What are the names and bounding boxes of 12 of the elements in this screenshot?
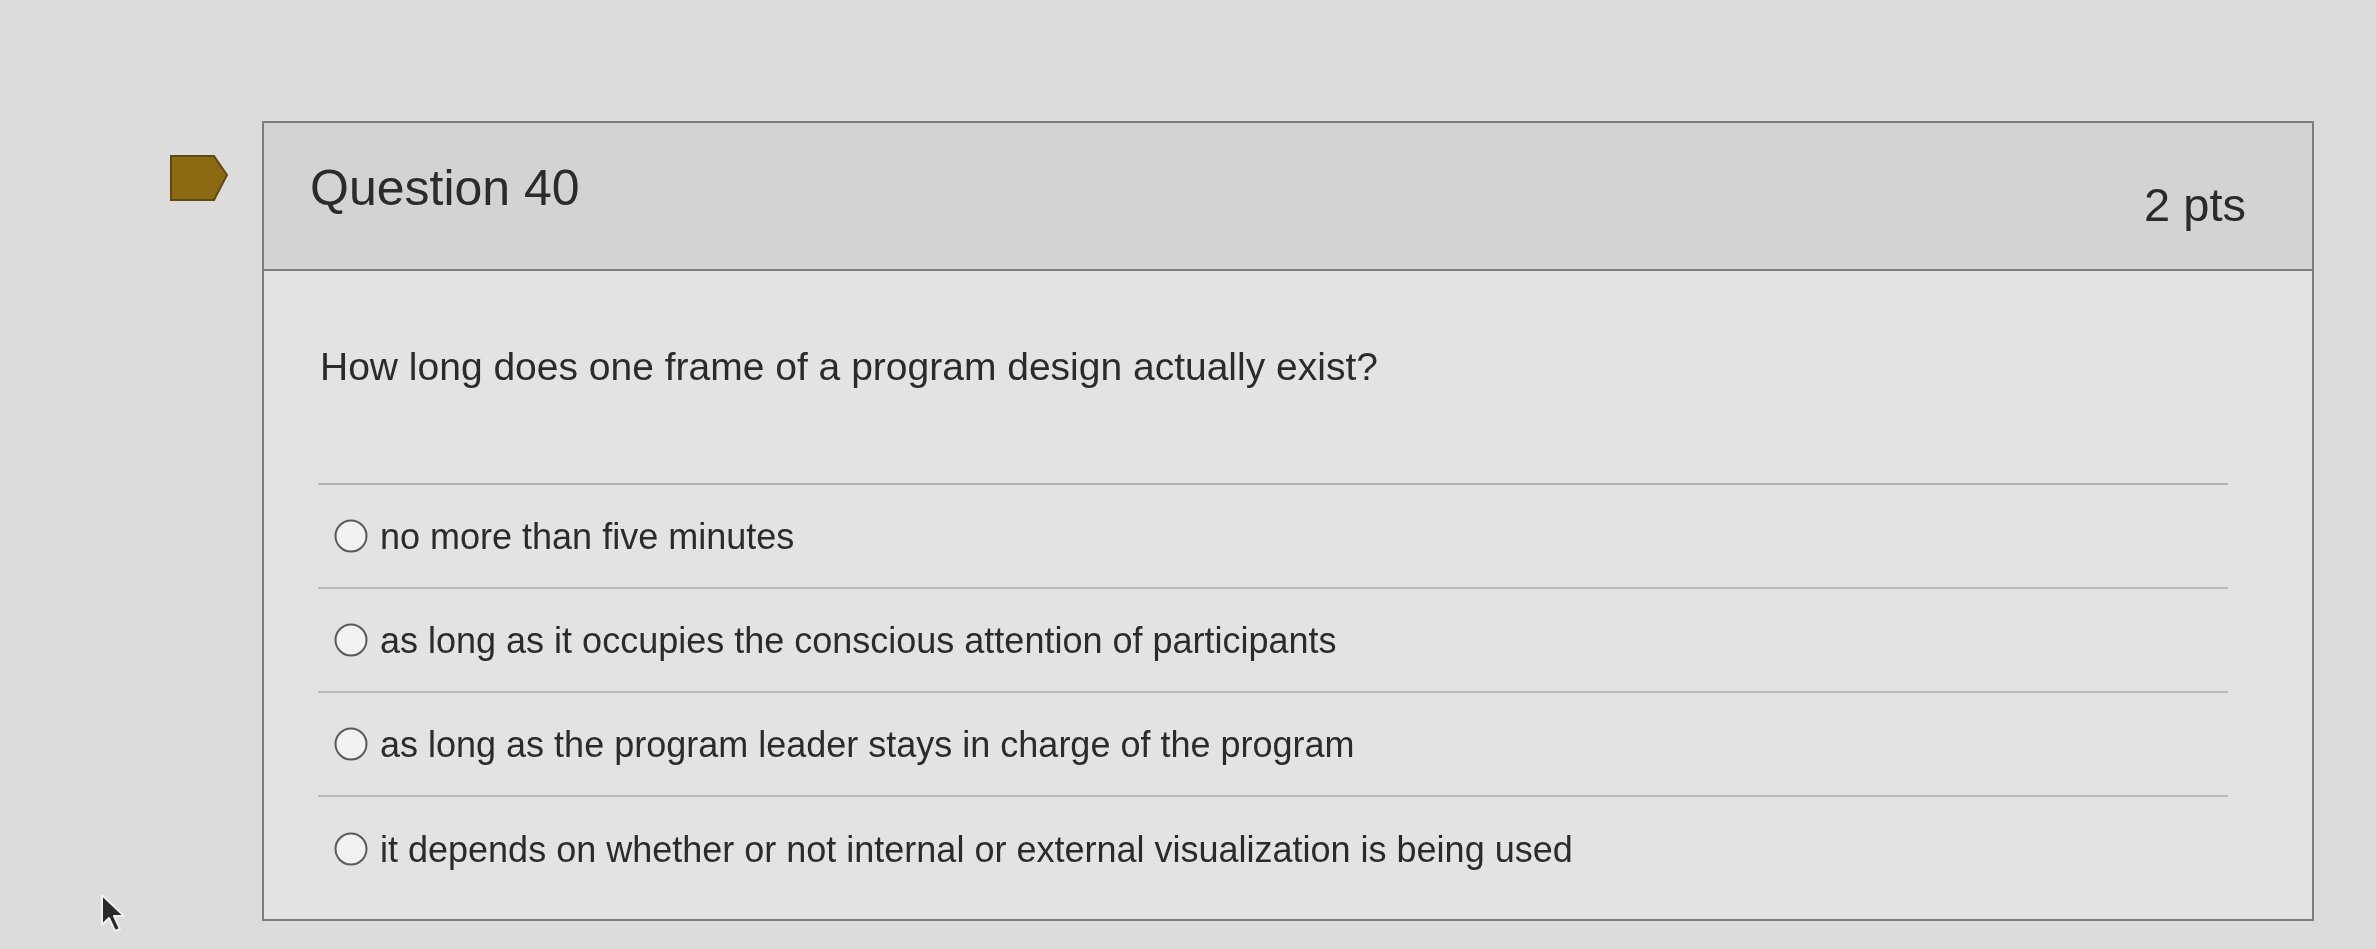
- answer-option[interactable]: it depends on whether or not internal or external visualization is being used: [334, 826, 1573, 872]
- answer-option[interactable]: as long as the program leader stays in charge of the program: [334, 721, 1355, 767]
- flag-icon[interactable]: [170, 155, 228, 201]
- question-text: How long does one frame of a program design actually exist?: [319, 343, 1378, 390]
- radio-button[interactable]: [334, 832, 368, 866]
- radio-button[interactable]: [334, 623, 368, 657]
- mouse-cursor-icon: [100, 893, 126, 933]
- answer-option[interactable]: no more than five minutes: [334, 513, 795, 559]
- radio-button[interactable]: [334, 727, 368, 761]
- question-title: Question 40: [310, 163, 580, 213]
- answer-option[interactable]: as long as it occupies the conscious attention of participants: [334, 617, 1337, 663]
- radio-button[interactable]: [334, 519, 368, 553]
